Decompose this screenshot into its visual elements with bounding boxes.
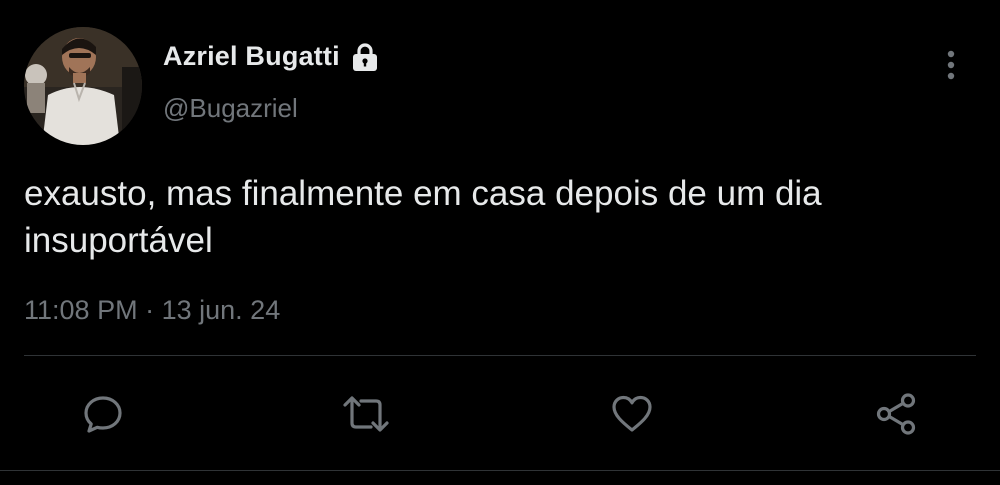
reply-icon xyxy=(82,393,124,435)
meta-separator: · xyxy=(145,295,155,325)
more-vertical-icon[interactable] xyxy=(938,49,964,83)
tweet-date[interactable]: 13 jun. 24 xyxy=(162,295,281,325)
display-name[interactable]: Azriel Bugatti xyxy=(163,41,340,72)
tweet-time[interactable]: 11:08 PM xyxy=(24,295,138,325)
tweet-text: exausto, mas finalmente em casa depois d… xyxy=(24,174,822,260)
retweet-icon xyxy=(341,393,391,435)
share-button[interactable] xyxy=(874,392,918,436)
divider xyxy=(24,355,976,356)
avatar[interactable] xyxy=(24,27,142,145)
retweet-button[interactable] xyxy=(341,392,391,436)
lock-icon xyxy=(350,42,380,72)
share-icon xyxy=(874,392,918,436)
bottom-divider xyxy=(0,470,1000,471)
author-name-row: Azriel Bugatti xyxy=(163,41,380,72)
heart-icon xyxy=(610,393,654,435)
reply-button[interactable] xyxy=(81,392,125,436)
like-button[interactable] xyxy=(610,392,654,436)
tweet-timestamp: 11:08 PM · 13 jun. 24 xyxy=(24,295,280,326)
author-handle[interactable]: @Bugazriel xyxy=(163,93,298,124)
